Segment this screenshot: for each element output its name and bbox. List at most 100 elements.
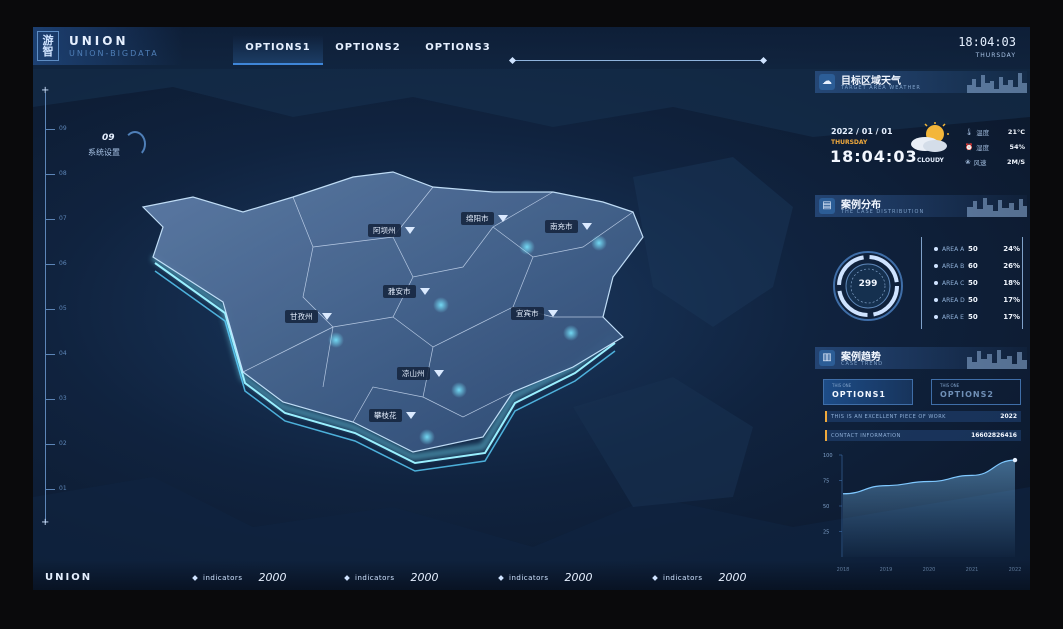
province-map[interactable]: 阿坝州 绵阳市 南充市 雅安市 甘孜州 宜宾市 凉山州 攀枝花: [133, 167, 673, 497]
header-day: THURSDAY: [975, 52, 1016, 59]
city-label: 南充市: [545, 220, 578, 233]
y-tick-label: 100: [823, 453, 833, 459]
trend-panel-header: ▥ 案例趋势 CASE TREND: [815, 347, 1027, 369]
map-pin-icon: [404, 227, 415, 234]
bullet-icon: [934, 315, 938, 319]
footer-bar: UNION indicators 2000 indicators 2000 in…: [33, 560, 1030, 590]
header-bar: 游智 UNION UNION-BIGDATA OPTIONS1 OPTIONS2…: [33, 27, 1030, 69]
info-row-contact: CONTACT INFORMATION 16602826416: [825, 430, 1021, 441]
settings-label: 系统设置: [88, 148, 120, 157]
case-total-ring: 299: [831, 249, 905, 323]
bullet-icon: [934, 298, 938, 302]
map-pin-icon: [405, 412, 416, 419]
trend-tab-options1[interactable]: THIS ONE OPTIONS1: [823, 379, 913, 405]
sun-cloud-icon: [911, 122, 949, 152]
y-tick-label: 25: [823, 530, 829, 536]
trend-area: [843, 460, 1015, 557]
humidity-value: 54%: [1009, 143, 1025, 151]
city-glow: [451, 382, 467, 398]
weather-date: 2022 / 01 / 01: [831, 127, 893, 136]
wind-label: 风速: [973, 159, 987, 167]
header-clock: 18:04:03: [958, 35, 1016, 49]
city-yaan[interactable]: 雅安市: [383, 285, 430, 298]
city-glow: [328, 332, 344, 348]
city-nanchong[interactable]: 南充市: [545, 220, 592, 233]
weather-panel-header: ☁ 目标区域天气 TARGET AREA WEATHER: [815, 71, 1027, 93]
weather-condition: CLOUDY: [917, 157, 944, 164]
city-glow: [563, 325, 579, 341]
info-row-work: THIS IS AN EXCELLENT PIECE OF WORK 2022: [825, 411, 1021, 422]
city-yibin[interactable]: 宜宾市: [511, 307, 558, 320]
brand-title: UNION: [69, 34, 129, 48]
trend-subtitle: CASE TREND: [841, 361, 884, 367]
case-total-value: 299: [858, 279, 878, 289]
tab-options1[interactable]: OPTIONS1: [233, 35, 323, 65]
map-pin-icon: [497, 215, 508, 222]
humidity-icon: ⏰: [965, 143, 974, 151]
logo-icon: 游智: [37, 31, 59, 61]
humidity-label: 湿度: [976, 144, 990, 152]
y-tick-label: 75: [823, 479, 829, 485]
cloud-icon: ☁: [819, 74, 835, 90]
area-list: AREA A 50 24% AREA B 60 26% AREA C 50 18…: [921, 237, 1023, 329]
diamond-icon: [192, 574, 198, 581]
city-label: 甘孜州: [285, 310, 318, 323]
area-row: AREA C 50 18%: [934, 279, 1020, 287]
settings-number: 09: [102, 133, 115, 143]
city-aba[interactable]: 阿坝州: [368, 224, 415, 237]
y-tick-label: 50: [823, 504, 829, 510]
bullet-icon: [934, 264, 938, 268]
city-glow: [591, 235, 607, 251]
cases-panel-header: ▤ 案例分布 THE CASE DISTRIBUTION: [815, 195, 1027, 217]
city-label: 凉山州: [397, 367, 430, 380]
city-glow: [519, 239, 535, 255]
humidity-row: ⏰ 湿度 54%: [965, 142, 1025, 152]
city-mianyang[interactable]: 绵阳市: [461, 212, 508, 225]
skyline-icon: [967, 198, 1027, 217]
map-pin-icon: [321, 313, 332, 320]
ruler-top-plus-icon: +: [41, 85, 50, 96]
area-row: AREA A 50 24%: [934, 245, 1020, 253]
footer-indicator: indicators 2000: [652, 571, 746, 584]
system-settings-button[interactable]: 09 系统设置: [88, 131, 148, 171]
skyline-icon: [967, 350, 1027, 369]
wind-value: 2M/S: [1006, 158, 1025, 166]
brand-subtitle: UNION-BIGDATA: [69, 49, 159, 58]
city-label: 攀枝花: [369, 409, 402, 422]
map-pin-icon: [419, 288, 430, 295]
city-label: 雅安市: [383, 285, 416, 298]
header-divider: [513, 60, 763, 61]
city-panzhihua[interactable]: 攀枝花: [369, 409, 416, 422]
thermometer-icon: 🌡: [965, 128, 974, 136]
map-pin-icon: [581, 223, 592, 230]
city-ganzi[interactable]: 甘孜州: [285, 310, 332, 323]
temperature-value: 21°C: [1007, 128, 1025, 136]
vertical-ruler: + 09 08 07 06 05 04 03 02 01 +: [41, 85, 67, 528]
tab-options2[interactable]: OPTIONS2: [323, 35, 413, 65]
city-label: 宜宾市: [511, 307, 544, 320]
trend-area-chart: 10075502520182019202020212022: [823, 453, 1021, 573]
city-liangshan[interactable]: 凉山州: [397, 367, 444, 380]
city-glow: [419, 429, 435, 445]
skyline-icon: [967, 73, 1027, 93]
footer-brand: UNION: [45, 572, 93, 583]
trend-tab-options2[interactable]: THIS ONE OPTIONS2: [931, 379, 1021, 405]
city-label: 阿坝州: [368, 224, 401, 237]
footer-indicator: indicators 2000: [344, 571, 438, 584]
map-pin-icon: [433, 370, 444, 377]
bullet-icon: [934, 281, 938, 285]
trend-end-point: [1012, 457, 1018, 463]
area-row: AREA E 50 17%: [934, 313, 1020, 321]
tab-options3[interactable]: OPTIONS3: [413, 35, 503, 65]
map-pin-icon: [547, 310, 558, 317]
ruler-bottom-plus-icon: +: [41, 517, 50, 528]
cases-subtitle: THE CASE DISTRIBUTION: [841, 209, 925, 215]
footer-indicator: indicators 2000: [192, 571, 286, 584]
document-icon: ▤: [819, 198, 835, 214]
weather-day: THURSDAY: [831, 139, 868, 146]
nav-tabs: OPTIONS1 OPTIONS2 OPTIONS3: [233, 35, 503, 65]
city-glow: [433, 297, 449, 313]
diamond-icon: [344, 574, 350, 581]
factory-icon: ▥: [819, 350, 835, 366]
city-label: 绵阳市: [461, 212, 494, 225]
